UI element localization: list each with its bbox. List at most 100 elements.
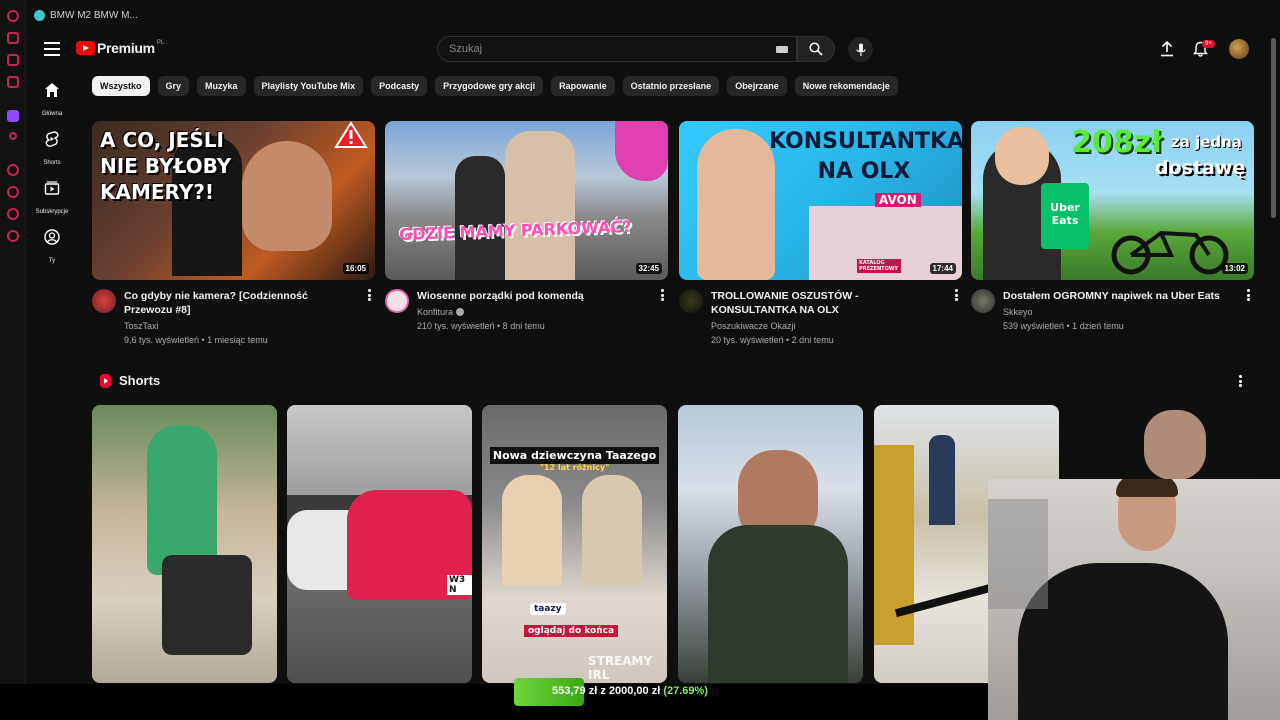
youtube-play-icon (76, 41, 95, 55)
search-button[interactable] (797, 36, 835, 62)
keyboard-icon[interactable] (776, 46, 788, 53)
sidebar-item-subscriptions[interactable]: Subskrypcje (26, 180, 78, 218)
short-person (147, 425, 217, 575)
chip-watched[interactable]: Obejrzane (727, 76, 787, 96)
thumbnail-text: KONSULTANTKA NA OLX (769, 129, 962, 184)
video-card[interactable]: Uber Eats 208zł za jedną dostawę 13:02 D… (971, 121, 1254, 333)
verified-icon (456, 308, 465, 316)
settings-icon[interactable] (7, 230, 19, 242)
short-cta: oglądaj do końca (524, 625, 619, 637)
sidebar-item-label: Shorts (43, 160, 61, 166)
short-card[interactable]: Nowa dziewczyna Taazego "12 lat różnicy"… (482, 405, 667, 683)
channel-name[interactable]: Poszukiwacze Okazji (711, 319, 942, 333)
short-person (929, 435, 955, 525)
more-options-icon[interactable] (661, 289, 664, 303)
shorts-header: Shorts (100, 373, 160, 388)
video-thumbnail[interactable]: Uber Eats 208zł za jedną dostawę 13:02 (971, 121, 1254, 280)
short-caption: W3 N (447, 575, 472, 595)
short-subcaption: "12 lat różnicy" (539, 463, 610, 472)
ebike-icon (1111, 230, 1229, 275)
channel-name[interactable]: ToszTaxi (124, 319, 355, 333)
video-thumbnail[interactable]: KONSULTANTKA NA OLX AVON KATALOG PREZENT… (679, 121, 962, 280)
voice-search-button[interactable] (848, 37, 873, 62)
short-person (502, 475, 562, 585)
youtube-logo[interactable]: Premium PL (76, 40, 164, 56)
chip-games[interactable]: Gry (157, 76, 190, 96)
video-title[interactable]: Co gdyby nie kamera? [Codzienność Przewo… (124, 289, 355, 317)
video-card[interactable]: A CO, JEŚLI NIE BYŁOBY KAMERY?! 16:05 Co… (92, 121, 375, 347)
thumbnail-person (697, 129, 775, 280)
channel-name[interactable]: Konfitura (417, 307, 453, 317)
thumbnail-splash (615, 121, 668, 181)
sidebar-item-label: Subskrypcje (35, 209, 69, 215)
video-title[interactable]: TROLLOWANIE OSZUSTÓW - KONSULTANTKA NA O… (711, 289, 942, 317)
messenger-icon[interactable] (7, 54, 19, 66)
short-card[interactable]: W3 N (287, 405, 472, 683)
video-meta: 9,6 tys. wyświetleń • 1 miesiąc temu (124, 335, 268, 345)
sidebar-item-home[interactable]: Główna (26, 82, 78, 120)
chip-podcasts[interactable]: Podcasty (371, 76, 428, 96)
chip-action-adventure[interactable]: Przygodowe gry akcji (435, 76, 544, 96)
channel-avatar[interactable] (92, 289, 116, 313)
sidebar-item-you[interactable]: Ty (26, 229, 78, 267)
chip-new-recommendations[interactable]: Nowe rekomendacje (794, 76, 898, 96)
dot-icon[interactable] (9, 132, 17, 140)
video-title[interactable]: Wiosenne porządki pod komendą (417, 289, 648, 303)
search-input[interactable] (449, 43, 769, 55)
chip-all[interactable]: Wszystko (92, 76, 150, 96)
video-card[interactable]: KONSULTANTKA NA OLX AVON KATALOG PREZENT… (679, 121, 962, 347)
channel-avatar[interactable] (971, 289, 995, 313)
channel-name[interactable]: Skkeyo (1003, 305, 1234, 319)
instagram-icon[interactable] (7, 76, 19, 88)
yt-sidebar: Główna Shorts Subskrypcje Ty (26, 34, 78, 720)
search-box (437, 36, 797, 62)
user-icon (44, 229, 60, 245)
clock-icon[interactable] (7, 186, 19, 198)
upload-icon[interactable] (1160, 41, 1174, 57)
video-title[interactable]: Dostałem OGROMNY napiwek na Uber Eats (1003, 289, 1234, 303)
more-options-icon[interactable] (1239, 375, 1242, 389)
warning-icon (334, 121, 368, 148)
short-card[interactable] (678, 405, 863, 683)
more-options-icon[interactable] (368, 289, 371, 303)
video-thumbnail[interactable]: A CO, JEŚLI NIE BYŁOBY KAMERY?! 16:05 (92, 121, 375, 280)
chip-rap[interactable]: Rapowanie (551, 76, 615, 96)
chat-icon[interactable] (7, 208, 19, 220)
webcam-shirt (1018, 563, 1228, 720)
scrollbar[interactable] (1271, 38, 1276, 218)
more-options-icon[interactable] (1247, 289, 1250, 303)
short-jacket (708, 525, 848, 683)
search-icon (809, 42, 823, 56)
chip-recently-uploaded[interactable]: Ostatnio przesłane (622, 76, 720, 96)
history-icon[interactable] (7, 10, 19, 22)
avatar[interactable] (1229, 39, 1249, 59)
short-card[interactable] (92, 405, 277, 683)
goal-current: 553,79 zł (552, 685, 598, 697)
browser-sidebar (0, 0, 26, 720)
player-icon[interactable] (7, 164, 19, 176)
shorts-icon (45, 131, 59, 147)
video-card[interactable]: GDZIE MAMY PARKOWAĆ? 32:45 Wiosenne porz… (385, 121, 668, 333)
webcam-background (988, 499, 1048, 609)
channel-avatar[interactable] (385, 289, 409, 313)
twitch-icon[interactable] (7, 110, 19, 122)
menu-icon[interactable] (44, 42, 60, 56)
video-thumbnail[interactable]: GDZIE MAMY PARKOWAĆ? 32:45 (385, 121, 668, 280)
thumbnail-person (242, 141, 332, 251)
browser-tab[interactable]: BMW M2 BMW M... (34, 10, 138, 21)
thumbnail-text: dostawę (1155, 157, 1246, 179)
video-duration: 16:05 (342, 263, 369, 274)
chip-music[interactable]: Muzyka (197, 76, 246, 96)
more-options-icon[interactable] (955, 289, 958, 303)
short-person (582, 475, 642, 585)
video-meta: 539 wyświetleń • 1 dzień temu (1003, 321, 1124, 331)
browser-tabbar: BMW M2 BMW M... (26, 0, 1280, 34)
bag-icon[interactable] (7, 32, 19, 44)
chip-mix[interactable]: Playlisty YouTube Mix (253, 76, 364, 96)
sidebar-item-shorts[interactable]: Shorts (26, 131, 78, 169)
channel-avatar[interactable] (679, 289, 703, 313)
short-face (1144, 410, 1206, 480)
thumbnail-amount: 208zł (1071, 125, 1163, 160)
video-duration: 17:44 (929, 263, 956, 274)
logo-text: Premium (97, 40, 155, 56)
